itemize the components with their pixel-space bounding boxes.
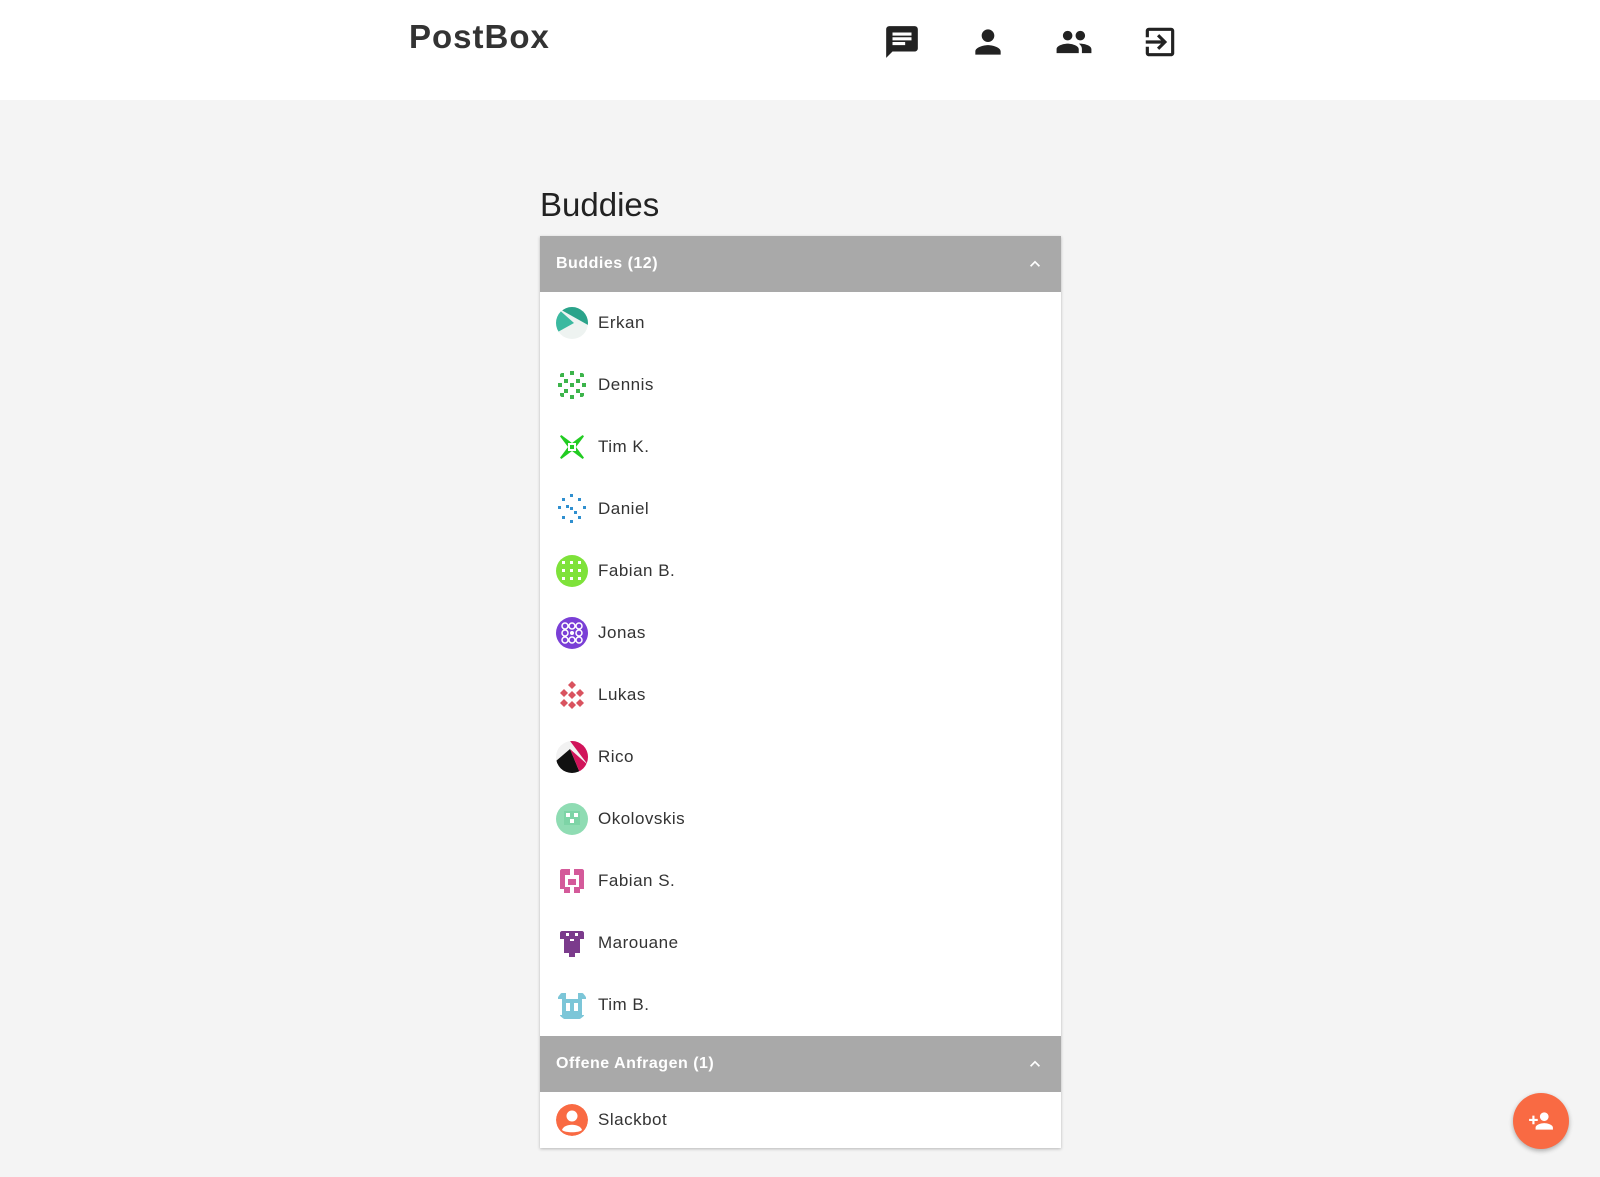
avatar bbox=[556, 679, 588, 711]
buddy-item[interactable]: Tim B. bbox=[540, 974, 1061, 1036]
buddies-section-title: Buddies (12) bbox=[556, 255, 659, 272]
buddy-item[interactable]: Fabian B. bbox=[540, 540, 1061, 602]
person-add-icon bbox=[1529, 1112, 1553, 1130]
chevron-up-icon[interactable] bbox=[1025, 254, 1045, 274]
app-brand[interactable]: PostBox bbox=[409, 18, 550, 56]
buddy-name: Fabian B. bbox=[598, 561, 676, 580]
avatar bbox=[556, 741, 588, 773]
chevron-up-icon[interactable] bbox=[1025, 1054, 1045, 1074]
buddy-item[interactable]: Marouane bbox=[540, 912, 1061, 974]
buddy-name: Erkan bbox=[598, 313, 645, 332]
person-icon bbox=[975, 29, 1001, 55]
buddy-name: Tim K. bbox=[598, 437, 650, 456]
requests-section-title: Offene Anfragen (1) bbox=[556, 1055, 715, 1072]
avatar bbox=[556, 307, 588, 339]
avatar bbox=[556, 617, 588, 649]
buddy-item[interactable]: Jonas bbox=[540, 602, 1061, 664]
top-app-bar: PostBox bbox=[0, 0, 1600, 100]
buddy-name: Tim B. bbox=[598, 995, 650, 1014]
buddy-item[interactable]: Okolovskis bbox=[540, 788, 1061, 850]
buddy-item[interactable]: Dennis bbox=[540, 354, 1061, 416]
buddy-name: Lukas bbox=[598, 685, 646, 704]
avatar bbox=[556, 555, 588, 587]
buddy-name: Marouane bbox=[598, 933, 679, 952]
buddies-panel: Buddies (12) Erkan Dennis Tim K. Daniel … bbox=[540, 236, 1061, 1148]
avatar bbox=[556, 369, 588, 401]
buddy-name: Rico bbox=[598, 747, 635, 766]
avatar bbox=[556, 431, 588, 463]
avatar bbox=[556, 803, 588, 835]
requests-section-header[interactable]: Offene Anfragen (1) bbox=[540, 1036, 1061, 1092]
buddy-name: Dennis bbox=[598, 375, 654, 394]
buddies-section-header[interactable]: Buddies (12) bbox=[540, 236, 1061, 292]
requests-list: Slackbot bbox=[540, 1092, 1061, 1148]
nav-profile-button[interactable] bbox=[966, 20, 1010, 64]
buddy-item[interactable]: Tim K. bbox=[540, 416, 1061, 478]
buddy-item[interactable]: Erkan bbox=[540, 292, 1061, 354]
nav-buddies-button[interactable] bbox=[1052, 20, 1096, 64]
nav-chat-button[interactable] bbox=[880, 20, 924, 64]
buddy-item[interactable]: Daniel bbox=[540, 478, 1061, 540]
page-title: Buddies bbox=[540, 186, 660, 223]
buddy-item[interactable]: Lukas bbox=[540, 664, 1061, 726]
avatar bbox=[556, 989, 588, 1021]
nav-logout-button[interactable] bbox=[1138, 20, 1182, 64]
buddies-list: Erkan Dennis Tim K. Daniel Fabian B. Jon… bbox=[540, 292, 1061, 1036]
request-name: Slackbot bbox=[598, 1110, 668, 1129]
buddy-name: Fabian S. bbox=[598, 871, 676, 890]
buddy-name: Okolovskis bbox=[598, 809, 686, 828]
buddy-item[interactable]: Fabian S. bbox=[540, 850, 1061, 912]
buddy-name: Jonas bbox=[598, 623, 646, 642]
add-buddy-button[interactable] bbox=[1513, 1093, 1569, 1149]
avatar bbox=[556, 493, 588, 525]
exit-icon bbox=[1145, 27, 1175, 57]
avatar bbox=[556, 927, 588, 959]
chat-icon bbox=[886, 26, 918, 58]
avatar bbox=[556, 865, 588, 897]
buddy-name: Daniel bbox=[598, 499, 650, 518]
account-circle-icon bbox=[556, 1104, 588, 1136]
people-icon bbox=[1056, 30, 1092, 54]
request-item[interactable]: Slackbot bbox=[540, 1092, 1061, 1148]
buddy-item[interactable]: Rico bbox=[540, 726, 1061, 788]
